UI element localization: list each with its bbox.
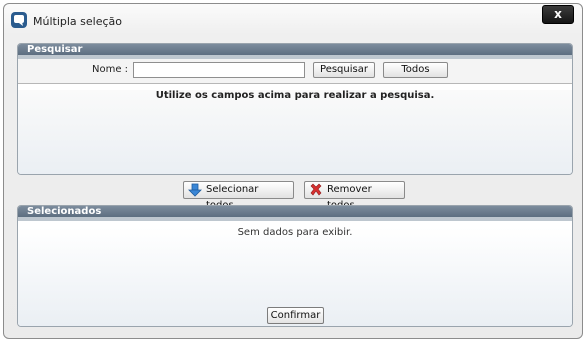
select-all-button[interactable]: Selecionar todos [183,181,294,211]
panel-header-strip [18,217,572,221]
search-hint: Utilize os campos acima para realizar a … [155,90,435,101]
all-button[interactable]: Todos [383,62,448,78]
multi-select-dialog: Múltipla seleção x Pesquisar Nome : Pesq… [3,3,583,339]
search-panel-header: Pesquisar [18,44,572,55]
arrow-down-icon [188,183,202,197]
name-label: Nome : [92,64,129,75]
confirm-button[interactable]: Confirmar [267,307,324,324]
close-button[interactable]: x [542,5,574,24]
x-mark-icon [310,183,322,196]
dialog-title: Múltipla seleção [33,15,123,28]
name-input[interactable] [133,62,305,78]
search-button[interactable]: Pesquisar [313,62,375,78]
remove-all-button[interactable]: Remover todos [304,181,405,211]
search-row: Nome : Pesquisar Todos [18,59,572,84]
search-results-area: Utilize os campos acima para realizar a … [18,90,572,174]
selected-panel-header: Selecionados [18,206,572,217]
close-icon[interactable]: x [554,7,562,21]
window-icon [10,11,28,29]
search-panel: Pesquisar Nome : Pesquisar Todos Utilize… [17,43,573,175]
empty-message: Sem dados para exibir. [237,227,353,238]
